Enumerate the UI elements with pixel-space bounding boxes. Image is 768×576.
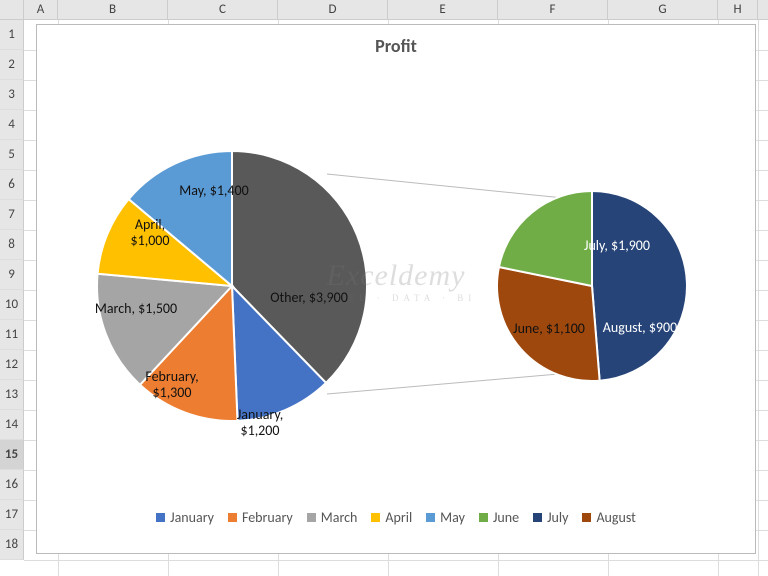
row-header-14[interactable]: 14 [0, 410, 24, 440]
label-june: June, $1,100 [513, 321, 585, 337]
col-header-A[interactable]: A [24, 0, 58, 19]
legend-item-january[interactable]: January [156, 509, 214, 526]
row-header-3[interactable]: 3 [0, 80, 24, 110]
chart-title: Profit [37, 25, 755, 61]
row-header-6[interactable]: 6 [0, 170, 24, 200]
legend-item-may[interactable]: May [426, 509, 465, 526]
col-header-D[interactable]: D [278, 0, 388, 19]
row-header-18[interactable]: 18 [0, 530, 24, 560]
legend-swatch-icon [156, 513, 165, 522]
label-march: March, $1,500 [95, 301, 177, 317]
legend-swatch-icon [533, 513, 542, 522]
row-header-8[interactable]: 8 [0, 230, 24, 260]
row-header-2[interactable]: 2 [0, 50, 24, 80]
legend-swatch-icon [307, 513, 316, 522]
row-header-7[interactable]: 7 [0, 200, 24, 230]
legend-label: June [493, 509, 519, 526]
legend-swatch-icon [479, 513, 488, 522]
label-july: July, $1,900 [584, 238, 650, 254]
select-all-corner[interactable] [0, 0, 24, 19]
legend-label: August [596, 509, 635, 526]
row-header-16[interactable]: 16 [0, 470, 24, 500]
legend-item-july[interactable]: July [533, 509, 568, 526]
label-april: April, $1,000 [131, 217, 170, 249]
col-header-C[interactable]: C [168, 0, 278, 19]
row-header-12[interactable]: 12 [0, 350, 24, 380]
pie-of-pie-svg [37, 61, 757, 501]
label-may: May, $1,400 [179, 183, 248, 199]
row-header-10[interactable]: 10 [0, 290, 24, 320]
legend: January February March April May June July Augu… [37, 501, 755, 534]
row-header-9[interactable]: 9 [0, 260, 24, 290]
legend-label: April [385, 509, 412, 526]
legend-item-june[interactable]: June [479, 509, 519, 526]
row-header-11[interactable]: 11 [0, 320, 24, 350]
row-header-1[interactable]: 1 [0, 20, 24, 50]
legend-label: February [242, 509, 293, 526]
chart-object[interactable]: Profit [36, 24, 756, 554]
row-header-17[interactable]: 17 [0, 500, 24, 530]
col-header-E[interactable]: E [388, 0, 498, 19]
legend-item-february[interactable]: February [228, 509, 293, 526]
col-header-H[interactable]: H [718, 0, 758, 19]
legend-label: January [170, 509, 214, 526]
row-header-15[interactable]: 15 [0, 440, 24, 470]
row-headers: 123456789101112131415161718 [0, 20, 24, 560]
legend-item-march[interactable]: March [307, 509, 358, 526]
secondary-pie [497, 191, 687, 381]
col-header-G[interactable]: G [608, 0, 718, 19]
legend-label: May [440, 509, 465, 526]
row-header-5[interactable]: 5 [0, 140, 24, 170]
label-august: August, $900 [603, 320, 677, 336]
spreadsheet-viewport: ABCDEFGH 123456789101112131415161718 Pro… [0, 0, 768, 576]
legend-label: July [547, 509, 568, 526]
plot-area: Other, $3,900 January, $1,200 February, … [37, 61, 755, 501]
legend-swatch-icon [582, 513, 591, 522]
label-february: February, $1,300 [145, 369, 198, 401]
column-headers: ABCDEFGH [0, 0, 768, 20]
legend-swatch-icon [426, 513, 435, 522]
legend-swatch-icon [371, 513, 380, 522]
row-header-13[interactable]: 13 [0, 380, 24, 410]
legend-swatch-icon [228, 513, 237, 522]
row-header-4[interactable]: 4 [0, 110, 24, 140]
legend-item-august[interactable]: August [582, 509, 635, 526]
col-header-B[interactable]: B [58, 0, 168, 19]
legend-item-april[interactable]: April [371, 509, 412, 526]
label-january: January, $1,200 [237, 407, 283, 439]
legend-label: March [321, 509, 358, 526]
col-header-F[interactable]: F [498, 0, 608, 19]
label-other: Other, $3,900 [270, 290, 348, 306]
